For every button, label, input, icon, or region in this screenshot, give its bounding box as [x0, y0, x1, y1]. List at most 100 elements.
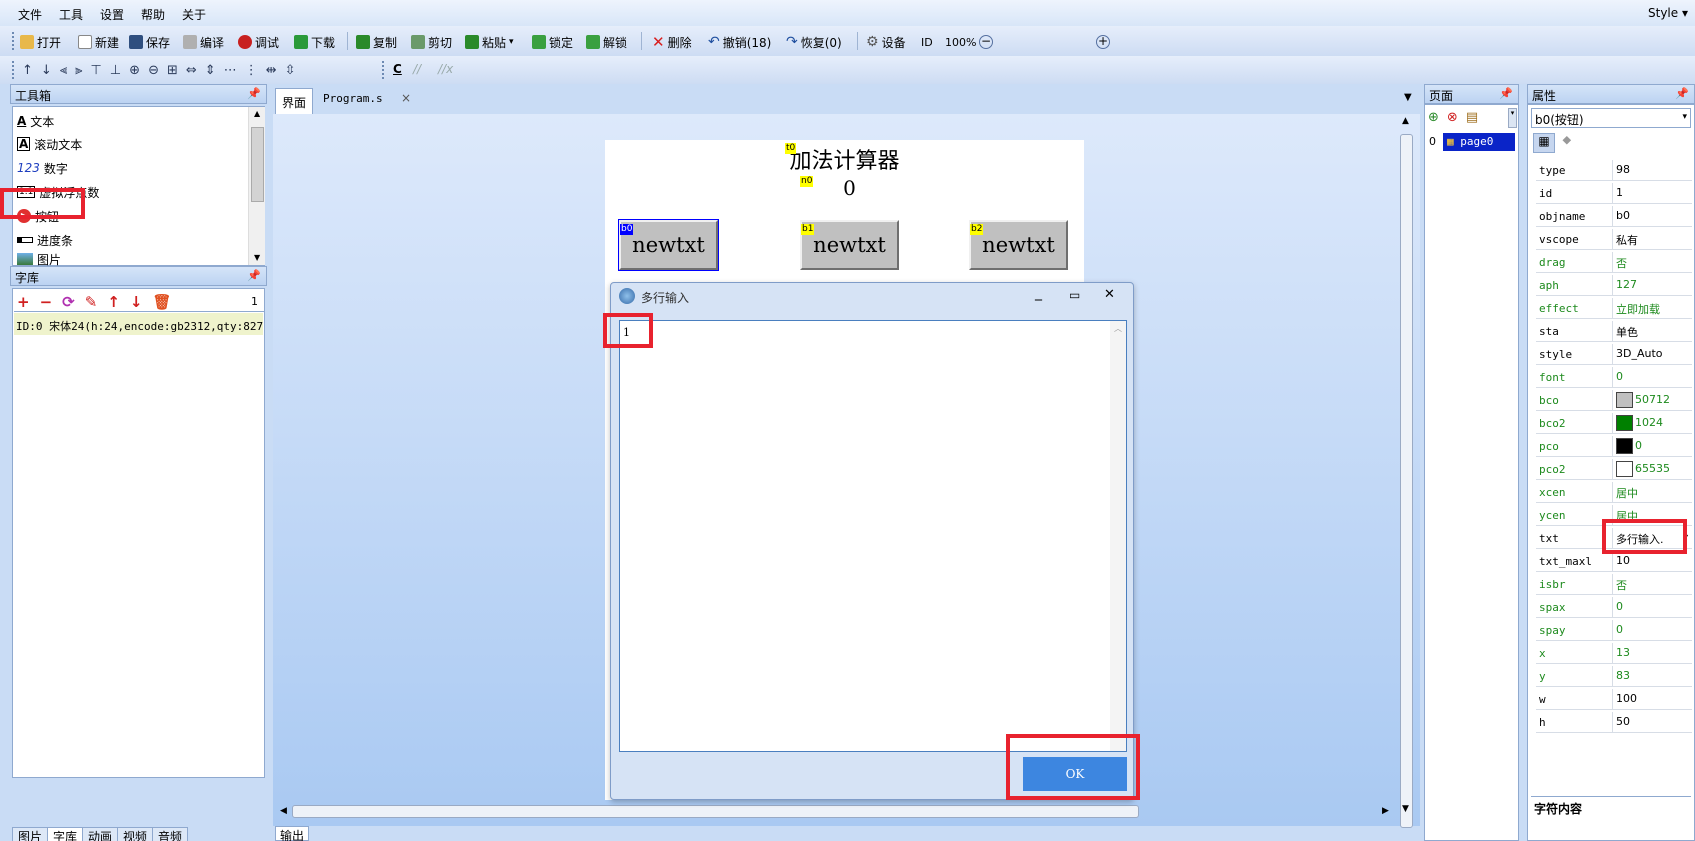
style-menu[interactable]: Style ▾ [1648, 6, 1688, 20]
prop-row-id[interactable]: id 1 [1536, 183, 1692, 204]
align-bottom-icon[interactable]: ⊥ [110, 63, 121, 78]
prop-row-effect[interactable]: effect 立即加载 [1536, 298, 1692, 319]
tab-program[interactable]: Program.s [323, 92, 383, 105]
prop-row-h[interactable]: h 50 [1536, 712, 1692, 733]
space-v-icon[interactable]: ⇳ [285, 63, 296, 78]
paste-dropdown-icon[interactable]: ▾ [509, 37, 514, 47]
prop-value[interactable]: 10 [1616, 554, 1630, 567]
move-up-icon[interactable]: ↑ [22, 63, 33, 78]
scroll-up-icon[interactable]: ▲ [1402, 116, 1409, 126]
menu-tools[interactable]: 工具 [59, 6, 83, 23]
prop-value[interactable]: 0 [1616, 623, 1623, 636]
prop-value[interactable]: 单色 [1616, 324, 1638, 340]
prop-row-style[interactable]: style 3D_Auto [1536, 344, 1692, 365]
new-button[interactable]: 新建 [78, 32, 119, 52]
prop-row-sta[interactable]: sta 单色 [1536, 321, 1692, 342]
prop-row-x[interactable]: x 13 [1536, 643, 1692, 664]
tool-item-text[interactable]: A 文本 [17, 110, 54, 132]
tab-pictures[interactable]: 图片 [12, 827, 49, 841]
workspace-hscroll[interactable]: ◀ ▶ [278, 803, 1393, 820]
move-up-icon[interactable]: ↑ [107, 293, 120, 311]
prop-value[interactable]: 否 [1616, 255, 1627, 271]
event-icon[interactable]: ⯁ [1562, 134, 1572, 149]
sort-category-icon[interactable]: ▦ [1533, 133, 1555, 153]
workspace-vscroll[interactable]: ▲ ▼ [1397, 114, 1416, 828]
prop-value[interactable]: 50712 [1635, 393, 1670, 406]
tab-output[interactable]: 输出 [275, 826, 310, 841]
tool-item-picture[interactable]: 图片 [17, 251, 61, 267]
prop-row-objname[interactable]: objname b0 [1536, 206, 1692, 227]
same-height-icon[interactable]: ⇕ [205, 63, 216, 78]
prop-row-isbr[interactable]: isbr 否 [1536, 574, 1692, 595]
toolbox-scrollbar[interactable]: ▲ ▼ [248, 107, 265, 265]
uncomment-icon[interactable]: //x [438, 59, 453, 79]
prop-row-font[interactable]: font 0 [1536, 367, 1692, 388]
prop-value[interactable]: 1024 [1635, 416, 1663, 429]
redo-button[interactable]: ↷ 恢复(0) [786, 32, 842, 52]
scroll-up-icon[interactable]: ▲ [254, 109, 260, 118]
distribute-v-icon[interactable]: ⋮ [245, 63, 258, 78]
prop-row-txt-maxl[interactable]: txt_maxl 10 [1536, 551, 1692, 572]
unlock-button[interactable]: 解锁 [586, 32, 627, 52]
prop-value[interactable]: 1 [1616, 186, 1623, 199]
number-n0[interactable]: 0 [605, 176, 1084, 200]
center-horizontal-icon[interactable]: ⊕ [129, 63, 140, 78]
prop-value[interactable]: b0 [1616, 209, 1630, 222]
zoom-out-button[interactable]: − [979, 32, 993, 52]
prop-value[interactable]: 0 [1635, 439, 1642, 452]
prop-value[interactable]: 83 [1616, 669, 1630, 682]
edit-icon[interactable]: ✎ [85, 293, 98, 311]
tool-item-number[interactable]: 123 数字 [17, 157, 68, 179]
vscroll-thumb[interactable] [1400, 134, 1413, 828]
prop-row-w[interactable]: w 100 [1536, 689, 1692, 710]
page-item-page0[interactable]: ▦ page0 [1443, 133, 1515, 151]
scroll-down-icon[interactable]: ▼ [254, 253, 260, 262]
prop-value[interactable]: 私有 [1616, 232, 1638, 248]
pin-icon[interactable]: 📌 [1675, 87, 1689, 100]
prop-value[interactable]: 98 [1616, 163, 1630, 176]
pages-menu-icon[interactable]: ▾ [1508, 108, 1517, 128]
font-entry[interactable]: ID:0 宋体24(h:24,encode:gb2312,qty:8273, [14, 313, 263, 335]
align-left-icon[interactable]: ⫷ [60, 63, 67, 78]
canvas-button-b1[interactable]: newtxt [800, 220, 899, 270]
scroll-left-icon[interactable]: ◀ [280, 806, 287, 816]
tab-close-icon[interactable]: × [401, 91, 411, 105]
copy-button[interactable]: 复制 [356, 32, 397, 52]
prop-row-pco[interactable]: pco 0 [1536, 436, 1692, 457]
prop-row-vscope[interactable]: vscope 私有 [1536, 229, 1692, 250]
minimize-icon[interactable]: _ [1035, 285, 1042, 301]
tool-item-progress[interactable]: 进度条 [17, 229, 73, 251]
menu-help[interactable]: 帮助 [141, 6, 165, 23]
canvas-button-b0[interactable]: newtxt [618, 219, 719, 271]
color-swatch[interactable] [1616, 392, 1633, 408]
download-button[interactable]: 下载 [294, 32, 335, 52]
prop-row-drag[interactable]: drag 否 [1536, 252, 1692, 273]
prop-value[interactable]: 居中 [1616, 485, 1638, 501]
prop-row-spay[interactable]: spay 0 [1536, 620, 1692, 641]
space-h-icon[interactable]: ⇹ [266, 63, 277, 78]
same-width-icon[interactable]: ⇔ [186, 63, 197, 78]
debug-button[interactable]: 调试 [238, 32, 279, 52]
prop-row-bco[interactable]: bco 50712 [1536, 390, 1692, 411]
object-select[interactable]: b0(按钮) ▾ [1531, 108, 1691, 128]
canvas-button-b2[interactable]: newtxt [969, 220, 1068, 270]
tab-animation[interactable]: 动画 [82, 827, 119, 841]
id-toggle[interactable]: ID [921, 32, 933, 52]
delete-button[interactable]: ✕ 删除 [652, 32, 692, 52]
add-icon[interactable]: + [17, 293, 30, 311]
prop-value[interactable]: 13 [1616, 646, 1630, 659]
refresh-icon[interactable]: ⟳ [62, 293, 75, 311]
scroll-up-icon[interactable]: ︿ [1114, 323, 1122, 334]
maximize-icon[interactable]: ▭ [1069, 288, 1080, 302]
color-swatch[interactable] [1616, 415, 1633, 431]
tab-design[interactable]: 界面 [275, 88, 314, 114]
close-icon[interactable]: ✕ [1104, 287, 1115, 302]
add-page-icon[interactable]: ⊕ [1428, 110, 1439, 125]
menu-file[interactable]: 文件 [18, 6, 42, 23]
color-swatch[interactable] [1616, 438, 1633, 454]
same-size-icon[interactable]: ⊞ [167, 63, 178, 78]
menu-settings[interactable]: 设置 [100, 6, 124, 23]
prop-value[interactable]: 65535 [1635, 462, 1670, 475]
color-swatch[interactable] [1616, 461, 1633, 477]
paste-button[interactable]: 粘贴 ▾ [465, 32, 514, 52]
